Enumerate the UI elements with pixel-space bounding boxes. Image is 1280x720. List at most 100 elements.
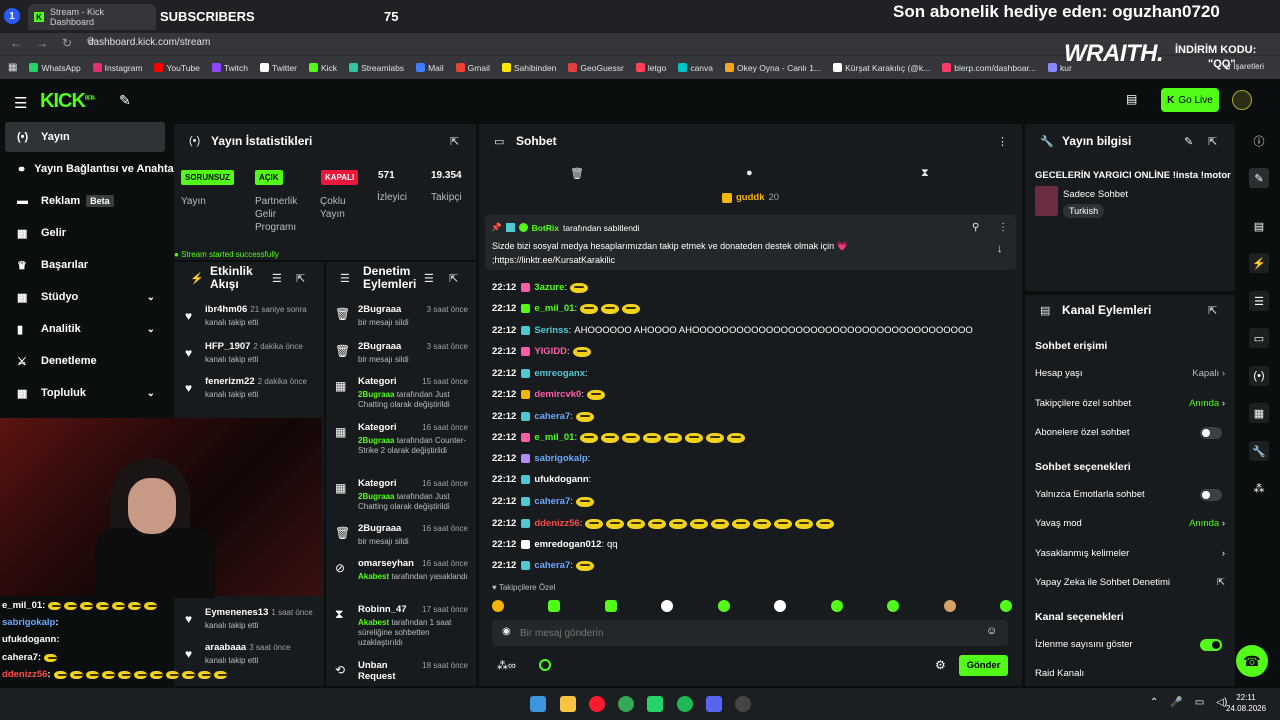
chat-username[interactable]: emreoganx <box>534 368 585 379</box>
wrench-icon[interactable]: 🔧 <box>1249 441 1269 461</box>
chat-message[interactable]: 22:12 ufukdogann: <box>492 474 591 485</box>
broadcast-icon[interactable]: (•) <box>1249 366 1269 386</box>
popout-icon[interactable]: ⇱ <box>296 272 305 285</box>
chevron-down-icon[interactable]: ⌄ <box>147 388 155 399</box>
emote-icon[interactable] <box>548 600 561 612</box>
edit-icon[interactable]: ✎ <box>1249 168 1269 188</box>
obs-icon[interactable]: ▤ <box>1249 216 1269 236</box>
bookmark-item[interactable]: Streamlabs <box>349 63 404 73</box>
list-icon[interactable]: ☰ <box>1249 291 1269 311</box>
bookmark-item[interactable]: Okey Oyna - Canlı 1... <box>725 63 821 73</box>
go-live-button[interactable]: K Go Live <box>1161 88 1219 112</box>
pinned-text[interactable]: Sizde bizi sosyal medya hesaplarımızdan … <box>492 239 912 267</box>
list-item[interactable]: ♥ ibr4hm06 21 saniye sonra kanalı takip ett… <box>182 304 322 334</box>
chevron-up-icon[interactable]: ⌃ <box>1150 697 1158 708</box>
list-item[interactable]: ♥ Eymenenes13 1 saat önce kanalı takip etti <box>182 607 322 637</box>
chat-message[interactable]: 22:12 YIGIDD: <box>492 346 591 357</box>
chat-message[interactable]: 22:12 cahera7: <box>492 496 594 507</box>
bookmark-item[interactable]: Kick <box>309 63 337 73</box>
category-name[interactable]: Sadece Sohbet <box>1063 189 1128 200</box>
chat-message[interactable]: 22:12 ddenizz56: <box>492 518 835 529</box>
network-icon[interactable]: ▭ <box>1195 697 1204 708</box>
bookmark-item[interactable]: Mail <box>416 63 444 73</box>
lightning-icon[interactable]: ⚡ <box>1249 253 1269 273</box>
sidebar-item-trophy[interactable]: ♛ Başarılar <box>5 250 165 280</box>
emote-only-toggle[interactable] <box>1200 489 1222 501</box>
bookmark-item[interactable]: letgo <box>635 63 666 73</box>
chevron-down-icon[interactable]: ⌄ <box>147 324 155 335</box>
pin-icon[interactable]: ✎ <box>119 92 131 109</box>
emote-icon[interactable] <box>717 600 730 612</box>
support-icon[interactable]: ☎ <box>1236 645 1268 677</box>
clock[interactable]: 22:11 24.08.2026 <box>1226 692 1266 714</box>
sidebar-item-studio[interactable]: ▦ Stüdyo ⌄ <box>5 282 165 312</box>
list-item[interactable]: ♥ HFP_1907 2 dakika önce kanalı takip etti <box>182 341 322 371</box>
sidebar-item-community[interactable]: ▦ Topluluk ⌄ <box>5 378 165 408</box>
raid-channel-row[interactable]: Raid Kanalı <box>1035 668 1225 679</box>
followers-chat-row[interactable]: Takipçilere özel sohbet Anında › <box>1035 398 1225 409</box>
bookmark-item[interactable]: Kürşat Karakılıç (@k... <box>833 63 930 73</box>
chrome-icon[interactable] <box>618 696 634 712</box>
file-explorer-icon[interactable] <box>560 696 576 712</box>
kick-coin-icon[interactable] <box>539 659 551 671</box>
spotify-icon[interactable] <box>677 696 693 712</box>
chat-username[interactable]: ddenizz56 <box>534 518 579 529</box>
forward-icon[interactable]: → <box>36 36 48 50</box>
slow-mode-row[interactable]: Yavaş mod Anında › <box>1035 518 1225 529</box>
popout-icon[interactable]: ⇱ <box>1208 135 1217 148</box>
emote-icon[interactable] <box>492 600 504 612</box>
list-item[interactable]: ♥ araabaaa 3 saat önce kanalı takip etti <box>182 642 322 672</box>
hourglass-icon[interactable]: ⧗ <box>921 167 929 180</box>
bookmark-item[interactable]: WhatsApp <box>29 63 81 73</box>
filter-icon[interactable]: ☰ <box>272 272 282 285</box>
chat-message[interactable]: 22:12 sabrigokalp: <box>492 453 590 464</box>
more-options-icon[interactable]: ⋮ <box>997 135 1008 148</box>
actions-icon[interactable]: ▦ <box>1249 403 1269 423</box>
chat-username[interactable]: emredogan012 <box>534 539 601 550</box>
chat-username[interactable]: 3azure <box>534 282 564 293</box>
opera-icon[interactable] <box>589 696 605 712</box>
bookmark-item[interactable]: Twitch <box>211 63 248 73</box>
settings-icon[interactable]: ⚙ <box>935 658 946 672</box>
chat-message[interactable]: 22:12 Serinss: AHOOOOOO AHOOOO AHOOOOOOOOO… <box>492 325 973 336</box>
chat-username[interactable]: cahera7 <box>534 560 570 571</box>
info-icon[interactable]: ⓘ <box>1249 131 1269 151</box>
sidebar-item-ad[interactable]: ▬ Reklam Beta <box>5 186 165 216</box>
bookmark-item[interactable]: Gmail <box>455 63 490 73</box>
share-icon[interactable]: ⁂ <box>1249 478 1269 498</box>
sidebar-item-broadcast[interactable]: (•) Yayın <box>5 122 165 152</box>
bookmark-item[interactable]: Twitter <box>259 63 297 73</box>
popout-icon[interactable]: ⇱ <box>449 272 458 285</box>
bookmark-item[interactable]: blerp.com/dashboar... <box>942 63 1036 73</box>
chat-username[interactable]: cahera7 <box>534 496 570 507</box>
banned-words-row[interactable]: Yasaklanmış kelimeler › <box>1035 548 1225 559</box>
chat-message[interactable]: 22:12 demircvk0: <box>492 389 605 400</box>
discord-icon[interactable] <box>706 696 722 712</box>
ai-moderation-row[interactable]: Yapay Zeka ile Sohbet Denetimi ⇱ <box>1035 577 1225 588</box>
quick-emote-icon[interactable]: ⁂∞ <box>497 659 516 672</box>
chat-bubble-icon[interactable]: ● <box>746 167 753 179</box>
apps-icon[interactable]: ▦ <box>8 62 17 73</box>
account-age-row[interactable]: Hesap yaşı Kapalı › <box>1035 368 1225 379</box>
avatar[interactable] <box>1232 90 1252 110</box>
emote-icon[interactable] <box>604 600 617 612</box>
url-text[interactable]: dashboard.kick.com/stream <box>88 37 210 48</box>
show-viewers-toggle[interactable] <box>1200 639 1222 651</box>
chat-message[interactable]: 22:12 e_mil_01: <box>492 303 641 314</box>
chat-username[interactable]: Serinss <box>534 325 568 336</box>
bookmark-item[interactable]: Instagram <box>92 63 142 73</box>
chat-input[interactable] <box>520 624 960 642</box>
chat-username[interactable]: YIGIDD <box>534 346 567 357</box>
popout-icon[interactable]: ⇱ <box>450 135 459 148</box>
bookmark-item[interactable]: YouTube <box>154 63 200 73</box>
other-bookmarks[interactable]: er İşaretleri <box>1224 62 1264 71</box>
mic-icon[interactable]: 🎤 <box>1170 697 1182 708</box>
chat-message[interactable]: 22:12 3azure: <box>492 282 589 293</box>
expand-icon[interactable]: ↓ <box>997 243 1003 255</box>
chat-message[interactable]: 22:12 cahera7: <box>492 411 594 422</box>
bookmark-item[interactable]: GeoGuessr <box>568 63 624 73</box>
chat-message[interactable]: 22:12 emredogan012: qq <box>492 539 618 550</box>
sidebar-item-moderation[interactable]: ⚔ Denetleme <box>5 346 165 376</box>
emote-icon[interactable] <box>830 600 843 612</box>
chat-icon[interactable]: ▭ <box>1249 328 1269 348</box>
